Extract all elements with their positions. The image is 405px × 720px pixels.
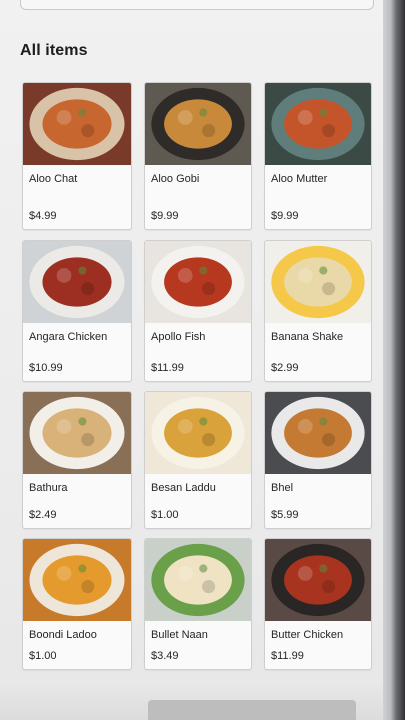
menu-item-price: $11.99: [271, 650, 304, 662]
besan-laddu-photo: [145, 392, 251, 474]
section-title: All items: [20, 42, 88, 59]
menu-item-name: Angara Chicken: [29, 331, 108, 343]
menu-item-card[interactable]: Besan Laddu $1.00: [144, 391, 252, 529]
menu-item-card[interactable]: Bullet Naan $3.49: [144, 538, 252, 670]
aloo-chat-photo: [23, 83, 131, 165]
search-bar[interactable]: [20, 0, 374, 10]
menu-item-card[interactable]: Aloo Chat $4.99: [22, 82, 132, 230]
menu-item-name: Butter Chicken: [271, 629, 344, 641]
menu-item-price: $3.49: [151, 650, 179, 662]
menu-item-card[interactable]: Banana Shake $2.99: [264, 240, 372, 382]
kiosk-bezel: [383, 0, 405, 720]
bhel-photo: [265, 392, 371, 474]
menu-item-card[interactable]: Bathura $2.49: [22, 391, 132, 529]
menu-item-price: $10.99: [29, 362, 63, 374]
menu-item-name: Banana Shake: [271, 331, 344, 343]
menu-item-name: Aloo Gobi: [151, 173, 200, 185]
menu-item-card[interactable]: Bhel $5.99: [264, 391, 372, 529]
menu-item-price: $11.99: [151, 362, 184, 374]
bullet-naan-photo: [145, 539, 251, 621]
menu-item-name: Apollo Fish: [151, 331, 206, 343]
menu-item-price: $9.99: [151, 210, 179, 222]
menu-item-card[interactable]: Butter Chicken $11.99: [264, 538, 372, 670]
menu-item-price: $2.49: [29, 509, 57, 521]
menu-screen: All items Aloo Chat $4.99 Aloo Gobi $9.99 Al…: [0, 0, 386, 720]
bathura-photo: [23, 392, 131, 474]
menu-item-card[interactable]: Angara Chicken $10.99: [22, 240, 132, 382]
menu-item-name: Boondi Ladoo: [29, 629, 97, 641]
menu-item-card[interactable]: Boondi Ladoo $1.00: [22, 538, 132, 670]
butter-chicken-photo: [265, 539, 371, 621]
bottom-bar: [0, 680, 386, 720]
menu-item-card[interactable]: Aloo Gobi $9.99: [144, 82, 252, 230]
menu-item-price: $1.00: [29, 650, 57, 662]
checkout-button[interactable]: [148, 700, 356, 720]
menu-item-price: $5.99: [271, 509, 299, 521]
menu-item-name: Besan Laddu: [151, 482, 216, 494]
menu-item-price: $9.99: [271, 210, 299, 222]
menu-item-name: Bhel: [271, 482, 294, 494]
menu-item-name: Aloo Mutter: [271, 173, 328, 185]
banana-shake-photo: [265, 241, 371, 323]
menu-item-price: $1.00: [151, 509, 179, 521]
menu-item-price: $4.99: [29, 210, 57, 222]
boondi-ladoo-photo: [23, 539, 131, 621]
aloo-gobi-photo: [145, 83, 251, 165]
menu-item-name: Bathura: [29, 482, 68, 494]
menu-item-price: $2.99: [271, 362, 299, 374]
angara-chicken-photo: [23, 241, 131, 323]
aloo-mutter-photo: [265, 83, 371, 165]
apollo-fish-photo: [145, 241, 251, 323]
menu-item-card[interactable]: Apollo Fish $11.99: [144, 240, 252, 382]
menu-item-name: Aloo Chat: [29, 173, 78, 185]
menu-item-name: Bullet Naan: [151, 629, 208, 641]
menu-item-card[interactable]: Aloo Mutter $9.99: [264, 82, 372, 230]
